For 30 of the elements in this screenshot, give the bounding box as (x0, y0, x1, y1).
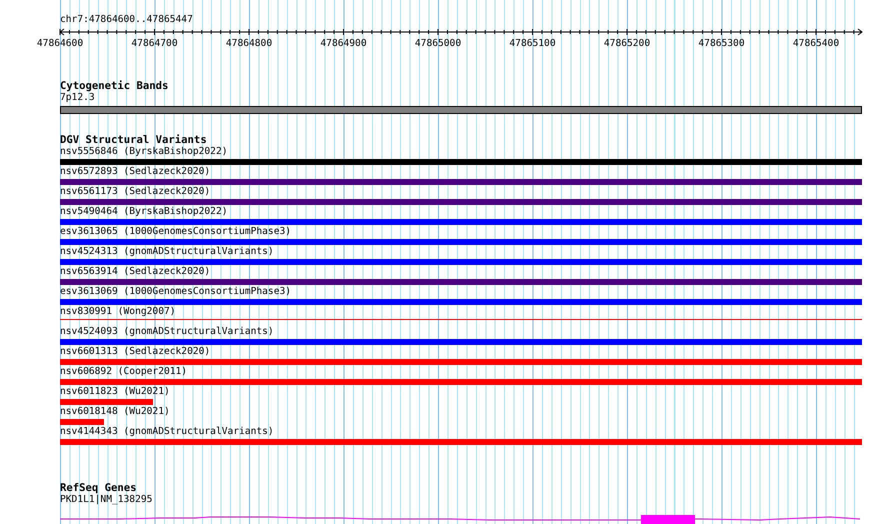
variant-label: nsv6572893 (Sedlazeck2020) (60, 166, 210, 178)
gene-label: PKD1L1|NM_138295 (60, 494, 152, 506)
variant-label: esv3613065 (1000GenomesConsortiumPhase3) (60, 226, 292, 238)
variant-label: nsv6563914 (Sedlazeck2020) (60, 266, 210, 278)
variant-label: nsv6018148 (Wu2021) (60, 406, 170, 418)
variant-label: nsv830991 (Wong2007) (60, 306, 176, 318)
variant-label: nsv4144343 (gnomADStructuralVariants) (60, 426, 274, 438)
tick-label: 47865400 (792, 38, 840, 49)
variant-label: nsv4524313 (gnomADStructuralVariants) (60, 246, 274, 258)
tick-label: 47865200 (604, 38, 650, 49)
tick-label: 47865300 (698, 38, 745, 49)
tick-label: 47865100 (509, 38, 556, 49)
variant-label: esv3613069 (1000GenomesConsortiumPhase3) (60, 286, 292, 298)
variant-label: nsv6561173 (Sedlazeck2020) (60, 186, 210, 198)
variant-label: nsv4524093 (gnomADStructuralVariants) (60, 326, 274, 338)
tick-label: 47864900 (320, 38, 367, 49)
track-title: DGV Structural Variants (60, 134, 207, 146)
variant-label: nsv6011823 (Wu2021) (60, 386, 170, 398)
tick-label: 47864800 (226, 38, 272, 49)
track-title: Cytogenetic Bands (60, 80, 168, 92)
tick-label: 47864600 (36, 38, 84, 49)
band-label: 7p12.3 (60, 92, 95, 104)
track-title: RefSeq Genes (60, 482, 137, 494)
tick-label: 47864700 (131, 38, 178, 49)
location-label: chr7:47864600..47865447 (60, 14, 193, 26)
tick-label: 47865000 (414, 38, 462, 49)
variant-label: nsv5556846 (ByrskaBishop2022) (60, 146, 228, 158)
variant-label: nsv606892 (Cooper2011) (60, 366, 188, 378)
variant-label: nsv6601313 (Sedlazeck2020) (60, 346, 210, 358)
variant-label: nsv5490464 (ByrskaBishop2022) (60, 206, 228, 218)
